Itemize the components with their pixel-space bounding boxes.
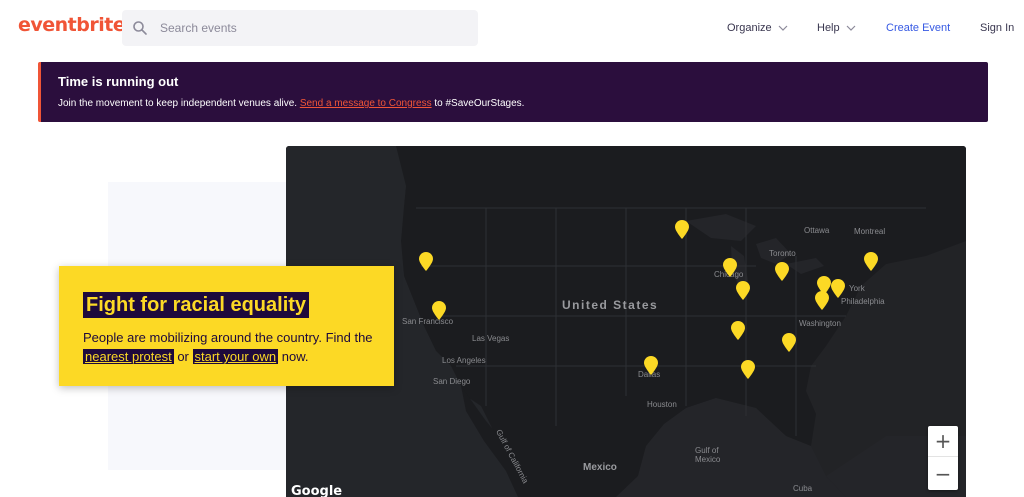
map-label-united-states: United States bbox=[562, 298, 659, 312]
banner-text-before: Join the movement to keep independent ve… bbox=[58, 98, 300, 109]
search-input[interactable] bbox=[160, 10, 460, 46]
nearest-protest-link[interactable]: nearest protest bbox=[83, 349, 174, 364]
map-pin-boston[interactable] bbox=[863, 252, 879, 272]
map-label-toronto: Toronto bbox=[769, 249, 796, 258]
map-label-cuba: Cuba bbox=[793, 484, 813, 493]
chevron-down-icon bbox=[846, 25, 856, 31]
map-pin-indianapolis[interactable] bbox=[735, 281, 751, 301]
start-your-own-link[interactable]: start your own bbox=[192, 349, 279, 364]
map-pin-portland[interactable] bbox=[418, 252, 434, 272]
search-icon bbox=[133, 21, 147, 35]
banner-text-after: to #SaveOurStages. bbox=[431, 98, 525, 109]
map-pin-milwaukee[interactable] bbox=[722, 258, 738, 278]
nav-help[interactable]: Help bbox=[817, 22, 856, 34]
nav-organize[interactable]: Organize bbox=[727, 22, 788, 34]
map-label-philadelphia: Philadelphia bbox=[841, 297, 885, 306]
map-pin-detroit[interactable] bbox=[774, 262, 790, 282]
card-title: Fight for racial equality bbox=[83, 292, 310, 318]
map-label-gulf-of-mexico: Gulf of Mexico bbox=[695, 446, 721, 464]
map-zoom-controls: + − bbox=[928, 426, 958, 490]
sign-in-link[interactable]: Sign In bbox=[980, 22, 1014, 34]
search-bar[interactable] bbox=[122, 10, 478, 46]
zoom-in-button[interactable]: + bbox=[928, 426, 958, 457]
zoom-out-button[interactable]: − bbox=[928, 458, 958, 489]
banner-title: Time is running out bbox=[58, 74, 179, 89]
top-header: eventbrite Organize Help Create Event Si… bbox=[0, 0, 1024, 56]
alert-banner: Time is running out Join the movement to… bbox=[38, 62, 988, 122]
nav-help-label: Help bbox=[817, 22, 840, 34]
nav-organize-label: Organize bbox=[727, 22, 772, 34]
create-event-link[interactable]: Create Event bbox=[886, 22, 950, 34]
map-pin-nashville[interactable] bbox=[730, 321, 746, 341]
map-label-houston: Houston bbox=[647, 400, 677, 409]
map-label-washington: Washington bbox=[799, 319, 841, 328]
card-text-after: now. bbox=[278, 349, 309, 364]
chevron-down-icon bbox=[778, 25, 788, 31]
map-label-ottawa: Ottawa bbox=[804, 226, 830, 235]
map-label-san-diego: San Diego bbox=[433, 377, 471, 386]
map-pin-dallas[interactable] bbox=[643, 356, 659, 376]
map-label-los-angeles: Los Angeles bbox=[442, 356, 486, 365]
racial-equality-card: Fight for racial equality People are mob… bbox=[59, 266, 394, 386]
card-text-mid: or bbox=[173, 349, 193, 364]
map-pin-philadelphia[interactable] bbox=[814, 291, 830, 311]
map-pin-san-francisco[interactable] bbox=[431, 301, 447, 321]
banner-text: Join the movement to keep independent ve… bbox=[58, 98, 524, 109]
eventbrite-logo[interactable]: eventbrite bbox=[18, 14, 126, 36]
card-text-before: People are mobilizing around the country… bbox=[83, 330, 373, 345]
congress-message-link[interactable]: Send a message to Congress bbox=[300, 98, 432, 109]
map-pin-new-york[interactable] bbox=[830, 279, 846, 299]
map-pin-atlanta[interactable] bbox=[740, 360, 756, 380]
card-text: People are mobilizing around the country… bbox=[83, 328, 383, 366]
map-label-las-vegas: Las Vegas bbox=[472, 334, 510, 343]
map-label-new-york: York bbox=[849, 284, 865, 293]
google-attribution: Google bbox=[291, 484, 343, 497]
map-pin-minneapolis[interactable] bbox=[674, 220, 690, 240]
map-label-mexico: Mexico bbox=[583, 462, 617, 473]
map-label-montreal: Montreal bbox=[854, 227, 886, 236]
map-pin-charlotte[interactable] bbox=[781, 333, 797, 353]
